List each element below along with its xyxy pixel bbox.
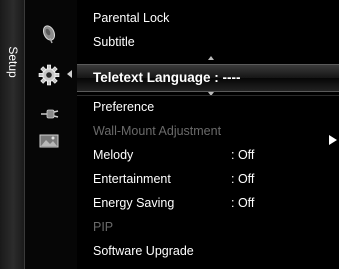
menu-item-teletext-language[interactable]: Teletext Language : ---- — [77, 64, 339, 145]
satellite-dish-icon[interactable] — [40, 24, 58, 44]
menu-item-label: Wall-Mount Adjustment — [93, 124, 222, 138]
menu-item-subtitle[interactable]: Subtitle — [77, 32, 339, 54]
menu-item-label: Software Upgrade — [93, 244, 194, 258]
menu-item-label: Entertainment — [93, 172, 171, 186]
menu-item-label: Energy Saving — [93, 196, 175, 210]
photo-icon[interactable] — [39, 134, 59, 148]
menu-item-value: : Off — [231, 196, 255, 210]
category-icon-column — [25, 0, 77, 269]
menu-item-label: Subtitle — [93, 35, 135, 49]
setup-menu-panel: Setup Parental Lock Subtitle Teletext La… — [0, 0, 339, 269]
menu-item-value: : Off — [231, 172, 255, 186]
input-plug-icon[interactable] — [39, 107, 59, 121]
menu-item-value: : ---- — [214, 70, 241, 85]
menu-item-software-upgrade[interactable]: Software Upgrade — [77, 241, 339, 263]
menu-item-energy-saving[interactable]: Energy Saving : Off — [77, 193, 339, 215]
menu-item-entertainment[interactable]: Entertainment : Off — [77, 169, 339, 191]
menu-item-label: Preference — [93, 100, 155, 114]
menu-item-label: Parental Lock — [93, 11, 170, 25]
menu-item-parental-lock[interactable]: Parental Lock — [77, 8, 339, 30]
menu-item-value: : Off — [231, 148, 255, 162]
menu-item-pip: PIP — [77, 217, 339, 239]
menu-item-wall-mount-adjustment: Wall-Mount Adjustment — [77, 121, 339, 143]
scroll-up-icon — [208, 56, 214, 60]
menu-item-melody[interactable]: Melody : Off — [77, 145, 339, 167]
category-tab-label: Setup — [6, 46, 20, 78]
menu-item-preference[interactable]: Preference — [77, 97, 339, 119]
menu-item-label: PIP — [93, 220, 114, 234]
divider — [77, 95, 339, 96]
selected-category-pointer-icon — [67, 70, 72, 78]
menu-item-label: Teletext Language : ---- — [93, 70, 241, 85]
gear-icon[interactable] — [38, 64, 60, 86]
screen: Setup Parental Lock Subtitle Teletext La… — [0, 0, 342, 270]
setup-menu-list: Parental Lock Subtitle Teletext Language… — [77, 0, 339, 269]
menu-category-tab[interactable]: Setup — [0, 0, 25, 269]
menu-item-label: Melody — [93, 148, 134, 162]
